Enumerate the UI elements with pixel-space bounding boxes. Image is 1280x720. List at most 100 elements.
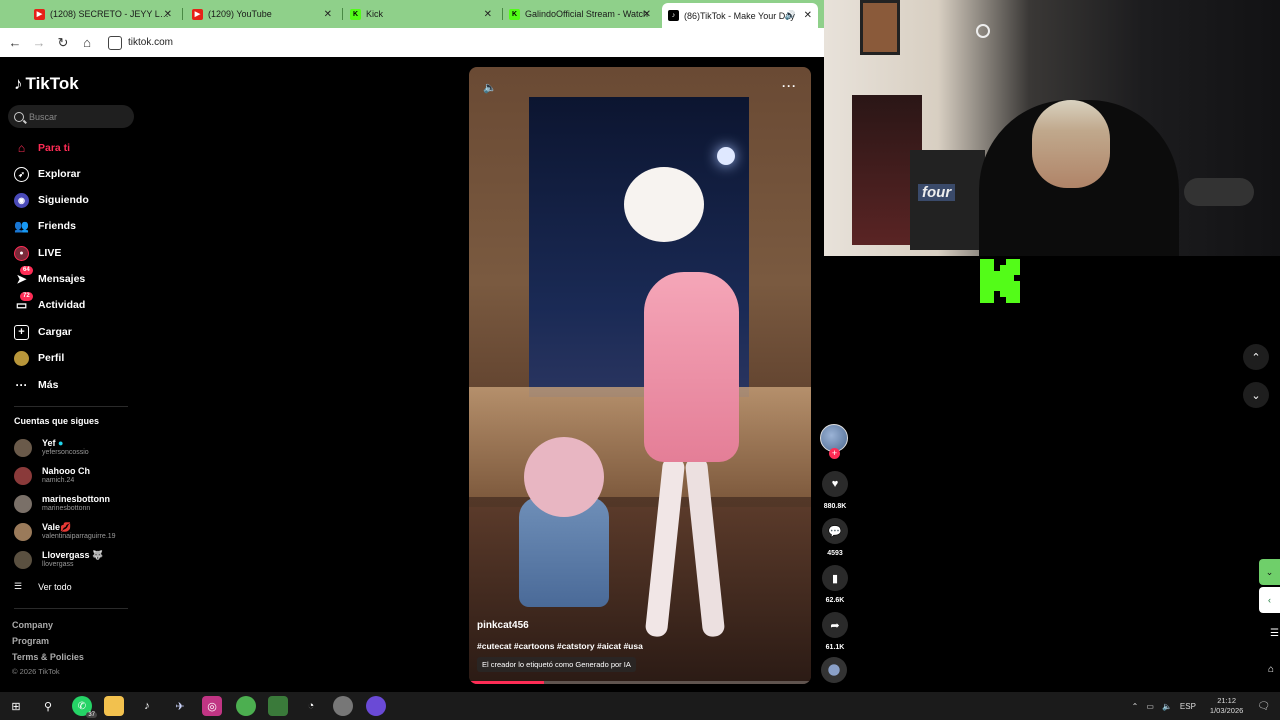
video-author[interactable]: pinkcat456 (477, 620, 529, 631)
list-icon: ☰ (14, 581, 23, 591)
previous-video-button[interactable]: ⌃ (1243, 344, 1269, 370)
follow-plus-icon[interactable]: + (829, 448, 840, 459)
speaker-icon[interactable]: 🔊 (785, 10, 796, 21)
volume-icon[interactable]: 🔈 (483, 81, 497, 94)
avatar (14, 466, 32, 485)
comment-button[interactable]: 💬 4593 (820, 518, 850, 557)
tab-galindo-stream[interactable]: K GalindoOfficial Stream - Watch ✕ (503, 3, 657, 25)
share-button[interactable]: ➦ 61.1K (820, 612, 850, 651)
nav-mas[interactable]: ··· Más (14, 376, 59, 394)
app-icon[interactable]: ◔ (301, 696, 321, 716)
activity-icon: ▭ 72 (14, 291, 33, 313)
account-item[interactable]: marinesbottonn marinesbottonn (14, 494, 110, 513)
address-bar[interactable]: tiktok.com (104, 32, 816, 53)
share-icon: ➦ (822, 612, 848, 638)
ai-generated-label: El creador lo etiquetó como Generado por… (477, 657, 636, 672)
notification-icon[interactable]: 🗨 (1257, 701, 1270, 712)
nav-explorar[interactable]: ➶ Explorar (14, 165, 81, 183)
messages-icon: ➤ 64 (14, 265, 33, 287)
avatar (14, 494, 32, 513)
app-icon[interactable] (333, 696, 353, 716)
volume-icon[interactable]: 🔈 (1162, 702, 1172, 711)
search-icon[interactable]: ⚲ (38, 696, 58, 716)
youtube-icon: ▶ (192, 8, 203, 20)
menu-icon[interactable]: ☰ (1270, 628, 1279, 639)
site-info-icon[interactable] (108, 35, 122, 50)
video-hashtags[interactable]: #cutecat #cartoons #catstory #aicat #usa (477, 641, 643, 651)
close-icon[interactable]: ✕ (484, 9, 492, 20)
clock[interactable]: 21:12 1/03/2026 (1210, 696, 1243, 716)
tab-strip: ▶ (1208) SECRETO - JEYY LUCAS ✕ ▶ (1209)… (0, 0, 824, 28)
more-options-icon[interactable]: ··· (782, 79, 797, 93)
copyright: © 2026 TikTok (12, 667, 60, 676)
home-icon[interactable]: ⌂ (1268, 664, 1274, 675)
kick-icon: K (350, 8, 361, 20)
live-icon: ● (14, 245, 29, 261)
nav-friends[interactable]: 👥 Friends (14, 217, 76, 235)
comment-icon: 💬 (822, 518, 848, 544)
tab-kick[interactable]: K Kick ✕ (344, 3, 498, 25)
nav-perfil[interactable]: Perfil (14, 349, 64, 367)
avatar (14, 438, 32, 457)
account-item[interactable]: Nahooo Ch namich.24 (14, 466, 90, 485)
save-button[interactable]: ▮ 62.6K (820, 565, 850, 604)
four-logo: four (918, 184, 956, 201)
tab-youtube-secreto[interactable]: ▶ (1208) SECRETO - JEYY LUCAS ✕ (28, 3, 178, 25)
account-item[interactable]: Llovergass 🐺 llovergass (14, 550, 103, 569)
nav-para-ti[interactable]: ⌂ Para ti (14, 139, 70, 157)
cat-figure (644, 272, 739, 462)
discord-icon[interactable] (366, 696, 386, 716)
video-progress-fill (469, 681, 545, 684)
close-icon[interactable]: ✕ (804, 10, 812, 21)
chevron-up-icon[interactable]: ⌃ (1132, 702, 1139, 711)
tab-youtube[interactable]: ▶ (1209) YouTube ✕ (186, 3, 338, 25)
nav-cargar[interactable]: + Cargar (14, 323, 72, 341)
windows-start-icon[interactable]: ⊞ (6, 696, 26, 716)
back-icon[interactable]: ← (3, 31, 27, 55)
app-icon[interactable] (268, 696, 288, 716)
reload-icon[interactable]: ↻ (51, 31, 75, 55)
instagram-icon[interactable]: ◎ (202, 696, 222, 716)
video-player[interactable]: 🔈 ··· pinkcat456 #cutecat #cartoons #cat… (469, 67, 811, 684)
whatsapp-icon[interactable]: ✆ 37 (72, 696, 97, 718)
chevron-left-icon: ‹ (1268, 595, 1271, 605)
close-icon[interactable]: ✕ (164, 9, 172, 20)
music-disc-icon[interactable] (821, 657, 847, 683)
network-icon[interactable]: ▭ (1146, 702, 1154, 711)
close-icon[interactable]: ✕ (324, 9, 332, 20)
chrome-icon[interactable] (236, 696, 256, 716)
file-explorer-icon[interactable] (104, 696, 124, 716)
friends-icon: 👥 (14, 219, 29, 233)
nav-live[interactable]: ● LIVE (14, 244, 61, 262)
footer-terms[interactable]: Terms & Policies (12, 652, 84, 662)
app-icon[interactable]: ✈ (170, 696, 190, 716)
system-tray: ⌃ ▭ 🔈 ESP 21:12 1/03/2026 🗨 (1131, 696, 1270, 716)
upload-icon: + (14, 324, 29, 340)
tiktok-logo[interactable]: ♪ TikTok (14, 74, 79, 94)
see-all-link[interactable]: ☰ Ver todo (14, 581, 72, 592)
next-video-button[interactable]: ⌄ (1243, 382, 1269, 408)
heart-icon: ♥ (822, 471, 848, 497)
taskbar: ⊞ ⚲ ✆ 37 ♪ ✈ ◎ ◔ ⌃ ▭ 🔈 ESP 21:12 1/03/202… (0, 692, 1280, 720)
nav-siguiendo[interactable]: ◉ Siguiendo (14, 191, 89, 209)
nav-mensajes[interactable]: ➤ 64 Mensajes (14, 265, 85, 288)
account-item[interactable]: Vale💋 valentinaiparraguirre.19 (14, 522, 116, 541)
home-icon[interactable]: ⌂ (75, 31, 99, 55)
side-panel-back[interactable]: ‹ (1259, 587, 1280, 613)
like-button[interactable]: ♥ 880.8K (820, 471, 850, 510)
footer-company[interactable]: Company (12, 620, 53, 630)
search-icon (14, 111, 24, 122)
video-progress[interactable] (469, 681, 811, 684)
side-panel-toggle[interactable]: ⌄ (1259, 559, 1280, 585)
tab-tiktok[interactable]: ♪ (86)TikTok - Make Your Day 🔊 ✕ (662, 3, 818, 28)
divider (14, 406, 128, 407)
tiktok-icon[interactable]: ♪ (137, 696, 157, 716)
nav-actividad[interactable]: ▭ 72 Actividad (14, 291, 85, 314)
close-icon[interactable]: ✕ (643, 9, 651, 20)
forward-icon[interactable]: → (27, 31, 51, 55)
search-input[interactable]: Buscar (8, 105, 134, 128)
account-item[interactable]: Yef ● yefersoncossio (14, 438, 89, 457)
tiktok-icon: ♪ (14, 74, 23, 93)
footer-program[interactable]: Program (12, 636, 49, 646)
messages-badge: 64 (20, 265, 33, 275)
